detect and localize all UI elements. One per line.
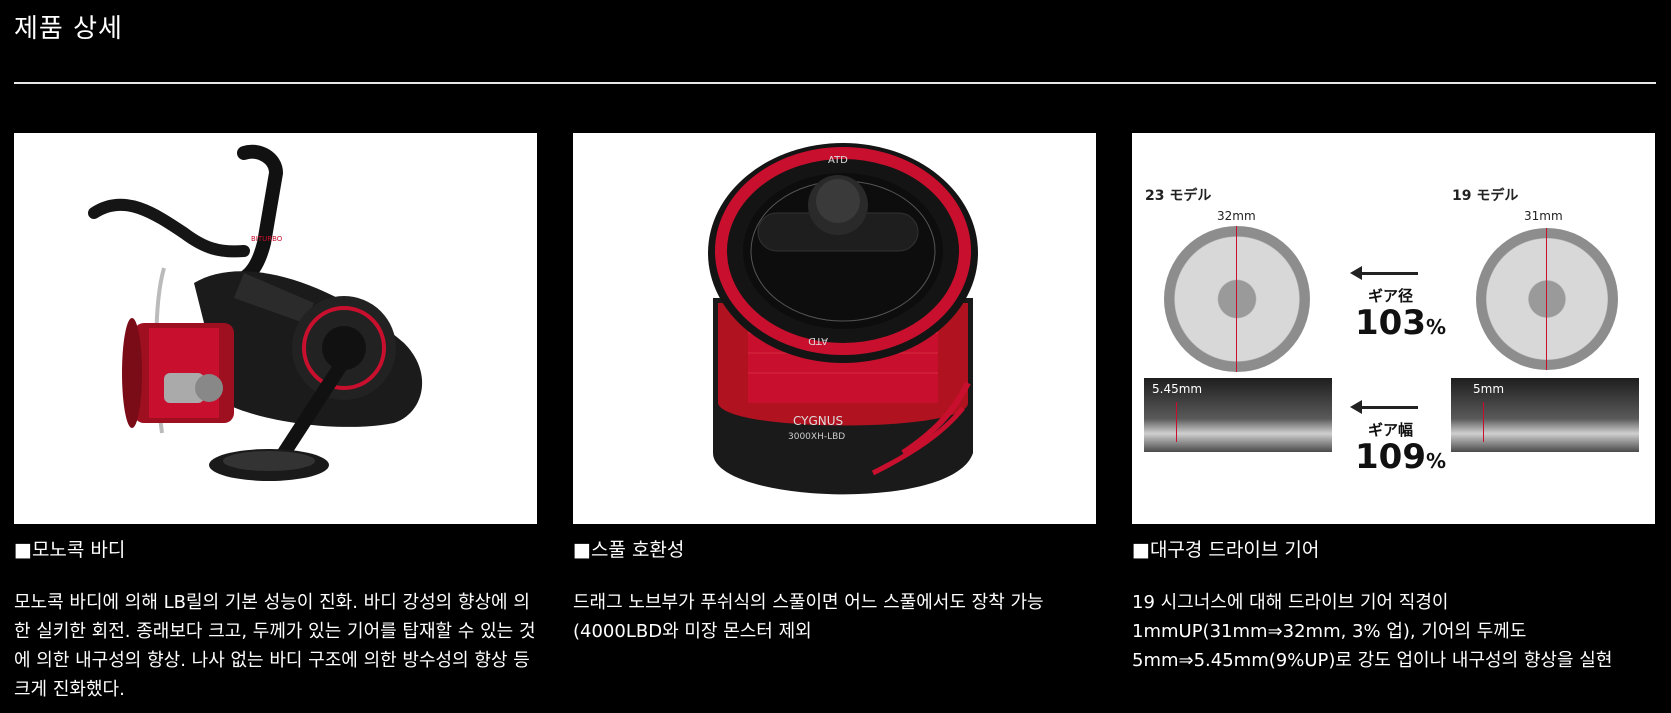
card-description: 19 시그너스에 대해 드라이브 기어 직경이 1mmUP(31mm⇒32mm,…: [1132, 592, 1613, 671]
left-width-line: [1176, 402, 1177, 442]
gear-diagram: 23 モデル 19 モデル 32mm 31mm ギア径 103% 5.45mm …: [1132, 133, 1655, 524]
spool-bottom-text: ATD: [808, 335, 828, 346]
spool-image: ATD ATD CYGNUS 3000XH-LBD: [573, 133, 1096, 524]
gear-19-width-photo: 5mm: [1451, 378, 1639, 452]
left-model-label: 23 モデル: [1145, 188, 1212, 204]
right-model-label: 19 モデル: [1452, 188, 1519, 204]
right-width-line: [1483, 402, 1484, 442]
left-diameter-label: 32mm: [1217, 209, 1256, 223]
spool-top-text: ATD: [828, 155, 848, 166]
gear-23-image: [1164, 226, 1310, 372]
arrow-left-icon: [1350, 266, 1418, 280]
right-diameter-line: [1546, 228, 1547, 370]
reel-image: BITURBO: [14, 133, 537, 524]
product-card-gear: 23 モデル 19 モデル 32mm 31mm ギア径 103% 5.45mm …: [1132, 133, 1655, 675]
card-caption: ■대구경 드라이브 기어: [1132, 539, 1320, 561]
arrow-left-icon: [1350, 400, 1418, 414]
spool-brand-text: CYGNUS: [793, 414, 843, 428]
gear-23-width-photo: 5.45mm: [1144, 378, 1332, 452]
gear-19-image: [1476, 228, 1618, 370]
title-divider: [14, 82, 1656, 84]
card-description: 드래그 노브부가 푸쉬식의 스풀이면 어느 스풀에서도 장착 가능(4000LB…: [573, 592, 1044, 642]
left-diameter-line: [1236, 226, 1237, 372]
spool-model-text: 3000XH-LBD: [788, 432, 845, 442]
right-width-label: 5mm: [1473, 382, 1505, 396]
card-caption: ■스풀 호환성: [573, 539, 685, 561]
product-card-spool: ATD ATD CYGNUS 3000XH-LBD ■스풀 호환성 드래그 노브…: [573, 133, 1096, 646]
right-diameter-label: 31mm: [1524, 209, 1563, 223]
card-description: 모노콕 바디에 의해 LB릴의 기본 성능이 진화. 바디 강성의 향상에 의한…: [14, 592, 536, 700]
product-card-monocoque: BITURBO ■모노콕 바디 모노콕 바디에 의해 LB릴의 기본 성능이 진…: [14, 133, 537, 704]
left-width-label: 5.45mm: [1152, 382, 1203, 396]
width-percent: 109%: [1355, 437, 1447, 477]
card-caption: ■모노콕 바디: [14, 539, 126, 561]
page-title: 제품 상세: [14, 14, 123, 44]
diameter-percent: 103%: [1355, 303, 1447, 343]
reel-brand-text: BITURBO: [251, 235, 283, 243]
